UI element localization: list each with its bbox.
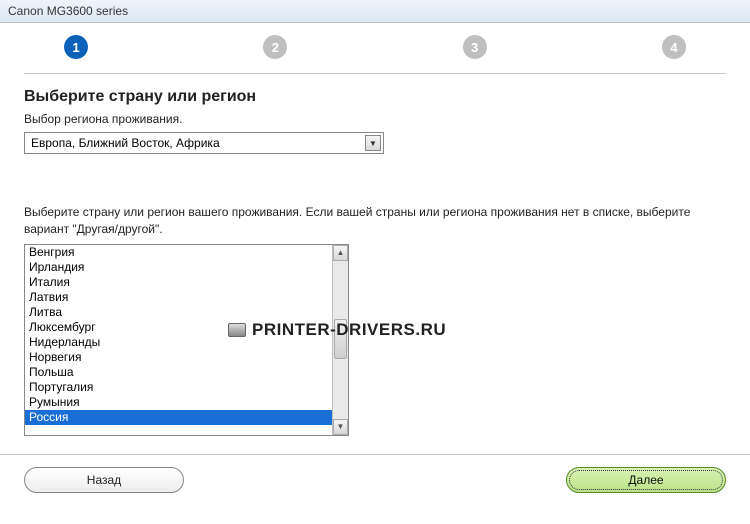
scroll-down-icon[interactable]: ▼ bbox=[333, 419, 348, 435]
scroll-thumb[interactable] bbox=[334, 319, 347, 359]
next-button[interactable]: Далее bbox=[566, 467, 726, 493]
list-item[interactable]: Италия bbox=[25, 275, 332, 290]
step-indicator: 1 2 3 4 bbox=[24, 23, 726, 74]
list-item[interactable]: Венгрия bbox=[25, 245, 332, 260]
back-button[interactable]: Назад bbox=[24, 467, 184, 493]
instruction-text: Выберите страну или регион вашего прожив… bbox=[24, 204, 726, 238]
list-item[interactable]: Португалия bbox=[25, 380, 332, 395]
scroll-up-icon[interactable]: ▲ bbox=[333, 245, 348, 261]
page-heading: Выберите страну или регион bbox=[24, 88, 726, 106]
region-dropdown-value: Европа, Ближний Восток, Африка bbox=[31, 136, 220, 150]
back-button-label: Назад bbox=[87, 473, 121, 487]
window-title: Canon MG3600 series bbox=[8, 4, 128, 18]
region-label: Выбор региона проживания. bbox=[24, 112, 726, 126]
window-titlebar: Canon MG3600 series bbox=[0, 0, 750, 23]
chevron-down-icon: ▼ bbox=[365, 135, 381, 151]
list-item[interactable]: Норвегия bbox=[25, 350, 332, 365]
region-dropdown[interactable]: Европа, Ближний Восток, Африка ▼ bbox=[24, 132, 384, 154]
footer: Назад Далее bbox=[0, 455, 750, 505]
country-listbox[interactable]: ВенгрияИрландияИталияЛатвияЛитваЛюксембу… bbox=[24, 244, 349, 436]
step-3: 3 bbox=[463, 35, 487, 59]
list-item[interactable]: Россия bbox=[25, 410, 332, 425]
list-item[interactable]: Литва bbox=[25, 305, 332, 320]
list-item[interactable]: Польша bbox=[25, 365, 332, 380]
step-4: 4 bbox=[662, 35, 686, 59]
scrollbar[interactable]: ▲ ▼ bbox=[332, 245, 348, 435]
list-item[interactable]: Ирландия bbox=[25, 260, 332, 275]
next-button-label: Далее bbox=[628, 473, 663, 487]
list-item[interactable]: Латвия bbox=[25, 290, 332, 305]
step-1: 1 bbox=[64, 35, 88, 59]
list-item[interactable]: Люксембург bbox=[25, 320, 332, 335]
step-2: 2 bbox=[263, 35, 287, 59]
list-item[interactable]: Нидерланды bbox=[25, 335, 332, 350]
list-item[interactable]: Румыния bbox=[25, 395, 332, 410]
